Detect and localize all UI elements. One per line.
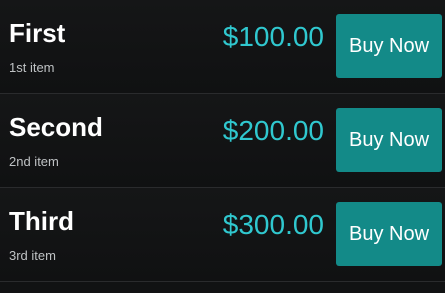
list-item: Second 2nd item $200.00 Buy Now <box>0 94 445 188</box>
item-title: Second <box>9 112 103 142</box>
item-subtitle: 3rd item <box>9 248 56 263</box>
product-list: First 1st item $100.00 Buy Now Second 2n… <box>0 0 445 293</box>
item-title: First <box>9 18 66 48</box>
buy-now-button[interactable]: Buy Now <box>336 14 442 78</box>
list-item: First 1st item $100.00 Buy Now <box>0 0 445 94</box>
item-title: Third <box>9 206 74 236</box>
item-price: $300.00 <box>222 209 324 240</box>
buy-now-button[interactable]: Buy Now <box>336 202 442 266</box>
buy-now-button[interactable]: Buy Now <box>336 108 442 172</box>
list-item: Third 3rd item $300.00 Buy Now <box>0 188 445 282</box>
item-price: $100.00 <box>222 21 324 52</box>
item-subtitle: 2nd item <box>9 154 59 169</box>
item-price: $200.00 <box>222 115 324 146</box>
item-subtitle: 1st item <box>9 60 55 75</box>
